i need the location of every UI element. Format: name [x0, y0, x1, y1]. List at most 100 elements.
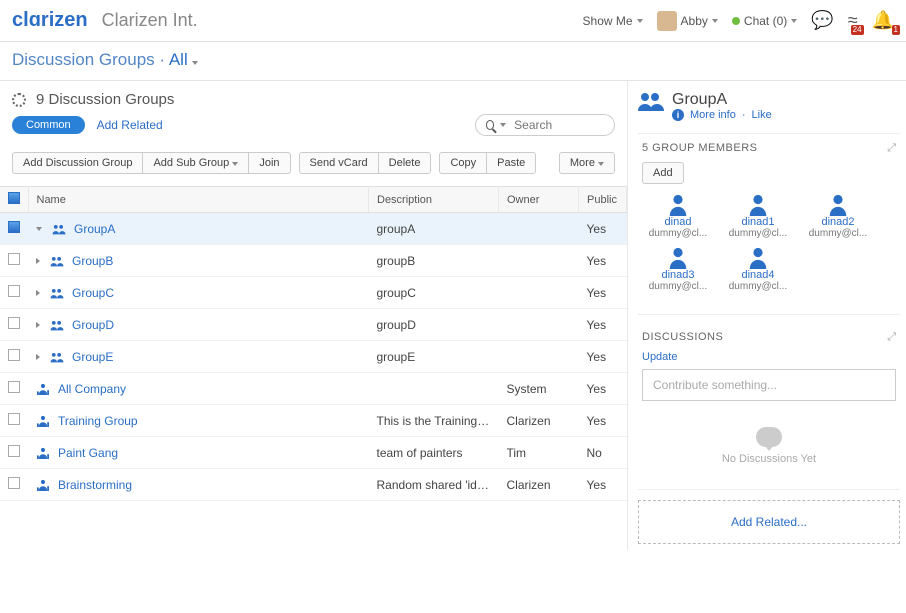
cell-public: Yes	[579, 277, 627, 309]
row-checkbox[interactable]	[8, 317, 20, 329]
people-icon	[50, 351, 64, 363]
member-card[interactable]: dinad4dummy@cl...	[722, 247, 794, 292]
paste-button[interactable]: Paste	[486, 152, 536, 174]
user-menu[interactable]: Abby	[657, 11, 718, 31]
row-checkbox[interactable]	[8, 381, 20, 393]
add-related-link[interactable]: Add Related	[97, 118, 163, 132]
org-chart-icon	[36, 447, 50, 459]
like-link[interactable]: Like	[752, 109, 772, 121]
add-member-button[interactable]: Add	[642, 162, 684, 184]
member-name: dinad3	[642, 269, 714, 281]
cell-description: groupC	[369, 277, 499, 309]
table-row[interactable]: All CompanySystemYes	[0, 373, 627, 405]
table-row[interactable]: GroupDgroupDYes	[0, 309, 627, 341]
group-name-link[interactable]: GroupA	[74, 222, 115, 236]
group-name-link[interactable]: GroupE	[72, 350, 113, 364]
expand-icon[interactable]	[36, 322, 40, 328]
add-sub-group-button[interactable]: Add Sub Group	[142, 152, 249, 174]
row-checkbox[interactable]	[8, 477, 20, 489]
chevron-down-icon	[192, 61, 198, 65]
member-card[interactable]: dinad3dummy@cl...	[642, 247, 714, 292]
row-checkbox[interactable]	[8, 221, 20, 233]
messages-icon[interactable]: 💬	[811, 10, 833, 31]
table-row[interactable]: Training GroupThis is the Training Group…	[0, 405, 627, 437]
member-card[interactable]: dinad2dummy@cl...	[802, 194, 874, 239]
add-related-box[interactable]: Add Related...	[638, 500, 900, 544]
search-input[interactable]	[512, 117, 604, 133]
group-name-link[interactable]: Brainstorming	[58, 478, 132, 492]
col-owner[interactable]: Owner	[499, 187, 579, 213]
expand-icon[interactable]	[36, 354, 40, 360]
cell-owner: Tim	[499, 437, 579, 469]
group-name-link[interactable]: GroupC	[72, 286, 114, 300]
crumb-section[interactable]: Discussion Groups	[12, 50, 155, 69]
row-checkbox[interactable]	[8, 445, 20, 457]
discussions-heading: DISCUSSIONS	[642, 331, 896, 343]
copy-button[interactable]: Copy	[439, 152, 487, 174]
table-row[interactable]: GroupAgroupAYes	[0, 213, 627, 245]
member-card[interactable]: dinaddummy@cl...	[642, 194, 714, 239]
table-row[interactable]: GroupBgroupBYes	[0, 245, 627, 277]
row-checkbox[interactable]	[8, 285, 20, 297]
show-me-menu[interactable]: Show Me	[583, 14, 643, 28]
cell-public: Yes	[579, 341, 627, 373]
avatar	[657, 11, 677, 31]
activity-icon[interactable]: ≈24	[848, 10, 858, 31]
expand-icon[interactable]	[36, 227, 42, 231]
search-box[interactable]	[475, 114, 615, 136]
group-name-link[interactable]: GroupD	[72, 318, 114, 332]
gear-icon[interactable]	[12, 93, 26, 107]
add-discussion-group-button[interactable]: Add Discussion Group	[12, 152, 143, 174]
org-name[interactable]: Clarizen Int.	[102, 10, 198, 31]
col-public[interactable]: Public	[579, 187, 627, 213]
chevron-down-icon	[598, 162, 604, 166]
table-row[interactable]: GroupE groupE Yes	[0, 341, 627, 373]
select-all-checkbox[interactable]	[0, 187, 28, 213]
join-button[interactable]: Join	[248, 152, 290, 174]
expand-icon[interactable]	[36, 258, 40, 264]
row-checkbox[interactable]	[8, 253, 20, 265]
table-row[interactable]: Paint Gangteam of paintersTimNo	[0, 437, 627, 469]
tab-common[interactable]: Common	[12, 116, 85, 134]
activity-badge: 24	[851, 25, 864, 35]
cell-description: groupE	[369, 341, 499, 373]
app-logo[interactable]: clɑrizen	[12, 9, 88, 32]
people-icon	[50, 255, 64, 267]
group-name-link[interactable]: Paint Gang	[58, 446, 118, 460]
org-chart-icon	[36, 383, 50, 395]
member-name: dinad4	[722, 269, 794, 281]
expand-members-icon[interactable]: ⤢	[887, 142, 896, 155]
cell-owner	[499, 277, 579, 309]
row-checkbox[interactable]	[8, 349, 20, 361]
group-name-link[interactable]: GroupB	[72, 254, 113, 268]
member-email: dummy@cl...	[722, 228, 794, 239]
cell-public: Yes	[579, 405, 627, 437]
org-chart-icon	[36, 415, 50, 427]
search-icon	[486, 120, 494, 130]
group-name-link[interactable]: All Company	[58, 382, 126, 396]
group-name-link[interactable]: Training Group	[58, 414, 138, 428]
cell-description: groupB	[369, 245, 499, 277]
delete-button[interactable]: Delete	[378, 152, 432, 174]
send-vcard-button[interactable]: Send vCard	[299, 152, 379, 174]
more-info-link[interactable]: More info	[690, 109, 736, 121]
crumb-filter[interactable]: All	[169, 50, 199, 69]
contribute-input[interactable]: Contribute something...	[642, 369, 896, 401]
expand-discussions-icon[interactable]: ⤢	[887, 331, 896, 344]
member-card[interactable]: dinad1dummy@cl...	[722, 194, 794, 239]
more-button[interactable]: More	[559, 152, 615, 174]
cell-owner	[499, 341, 579, 373]
col-name[interactable]: Name	[28, 187, 369, 213]
chat-label: Chat (0)	[744, 14, 787, 28]
table-row[interactable]: GroupC groupC Yes	[0, 277, 627, 309]
notifications-icon[interactable]: 🔔1	[872, 10, 894, 31]
chat-menu[interactable]: Chat (0)	[732, 14, 797, 28]
col-description[interactable]: Description	[369, 187, 499, 213]
update-link[interactable]: Update	[642, 351, 896, 363]
cell-public: Yes	[579, 469, 627, 501]
expand-icon[interactable]	[36, 290, 40, 296]
row-checkbox[interactable]	[8, 413, 20, 425]
cell-public: Yes	[579, 213, 627, 245]
table-row[interactable]: BrainstormingRandom shared 'ideas ...Cla…	[0, 469, 627, 501]
member-name: dinad1	[722, 216, 794, 228]
